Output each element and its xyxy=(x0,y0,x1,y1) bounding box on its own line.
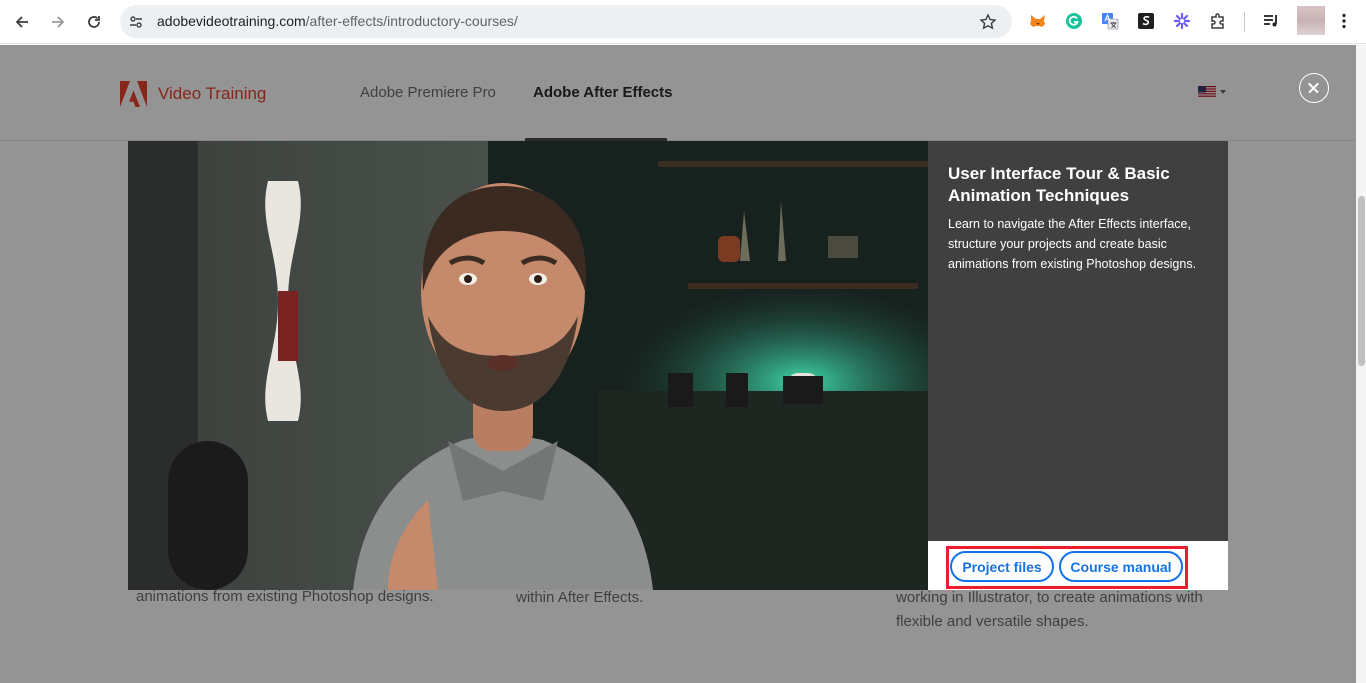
media-queue-icon[interactable] xyxy=(1261,11,1281,31)
profile-avatar[interactable] xyxy=(1297,6,1325,35)
url-text[interactable]: adobevideotraining.com/after-effects/int… xyxy=(157,13,518,29)
video-frame-instructor xyxy=(128,141,928,590)
course-title: User Interface Tour & Basic Animation Te… xyxy=(948,164,1170,205)
bookmark-star-icon[interactable] xyxy=(978,12,998,32)
google-translate-icon[interactable] xyxy=(1100,11,1120,31)
site-settings-icon[interactable] xyxy=(126,12,146,32)
s-extension-icon[interactable] xyxy=(1136,11,1156,31)
course-actions-bar: Project files Course manual xyxy=(928,541,1228,590)
toolbar-divider xyxy=(1244,12,1245,32)
project-files-button[interactable]: Project files xyxy=(950,551,1054,582)
kebab-menu-icon[interactable] xyxy=(1334,11,1354,31)
url-host: adobevideotraining.com xyxy=(157,13,306,29)
puzzle-extensions-icon[interactable] xyxy=(1208,11,1228,31)
address-bar[interactable]: adobevideotraining.com/after-effects/int… xyxy=(120,5,1012,38)
reload-icon[interactable] xyxy=(81,9,107,35)
metamask-fox-icon[interactable] xyxy=(1028,11,1048,31)
forward-arrow-icon[interactable] xyxy=(45,9,71,35)
course-description: Learn to navigate the After Effects inte… xyxy=(948,217,1197,271)
course-manual-button[interactable]: Course manual xyxy=(1059,551,1183,582)
sparkle-extension-icon[interactable] xyxy=(1172,11,1192,31)
grammarly-icon[interactable] xyxy=(1064,11,1084,31)
url-path: /after-effects/introductory-courses/ xyxy=(305,13,518,29)
close-modal-button[interactable] xyxy=(1299,73,1329,103)
course-info-panel: User Interface Tour & Basic Animation Te… xyxy=(928,141,1228,541)
video-player[interactable] xyxy=(128,141,928,590)
page-scrollbar-thumb[interactable] xyxy=(1358,196,1365,366)
browser-toolbar: adobevideotraining.com/after-effects/int… xyxy=(0,0,1366,44)
back-arrow-icon[interactable] xyxy=(9,9,35,35)
